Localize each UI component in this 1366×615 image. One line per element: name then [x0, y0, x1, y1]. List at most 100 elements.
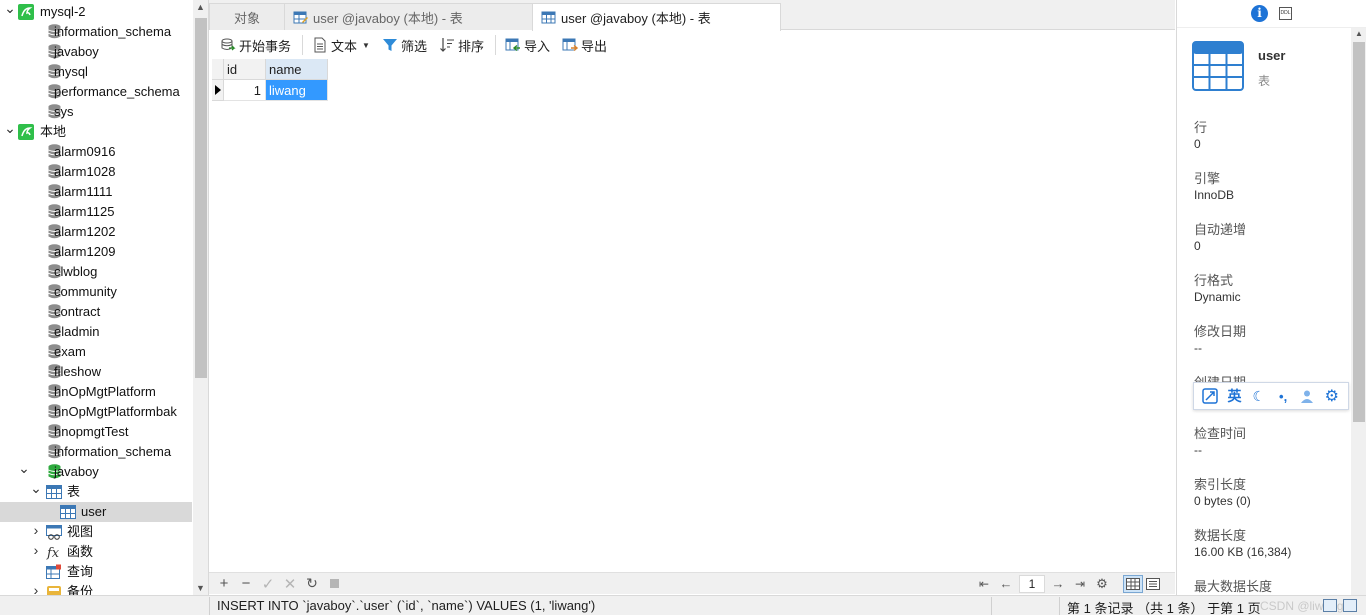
form-view-button[interactable] — [1143, 575, 1163, 593]
scroll-up-icon: ▲ — [1355, 29, 1363, 38]
refresh-button[interactable]: ↻ — [301, 574, 323, 594]
tree-item[interactable]: ⌄ javaboy — [0, 460, 192, 482]
data-toolbar: 开始事务 文本 ▼ 筛选 排序 导入 导出 — [209, 31, 1175, 59]
tree-item[interactable]: alarm1111 — [0, 182, 192, 202]
tree-item[interactable]: alarm1209 — [0, 242, 192, 262]
arrow-left-icon: ← — [999, 576, 1013, 591]
tree-item[interactable]: ⌄ 表 — [0, 480, 192, 502]
tree-item[interactable]: ⌄ mysql-2 — [0, 0, 192, 22]
previous-page-button[interactable]: ← — [995, 574, 1017, 594]
text-button[interactable]: 文本 ▼ — [309, 33, 373, 57]
tree-item-label: hnopmgtTest — [54, 424, 129, 439]
export-button[interactable]: 导出 — [559, 33, 610, 57]
minus-icon: − — [241, 575, 251, 592]
tree-item[interactable]: information_schema — [0, 22, 192, 42]
tree-item[interactable]: clwblog — [0, 262, 192, 282]
tree-item[interactable]: ⌄ 本地 — [0, 120, 192, 142]
import-button[interactable]: 导入 — [502, 33, 553, 57]
column-header-name[interactable]: name — [266, 59, 328, 80]
navigation-tree[interactable]: ⌄ mysql-2 information_schema javaboy mysql pe… — [0, 0, 209, 615]
tree-item[interactable]: community — [0, 282, 192, 302]
function-icon: fx — [46, 546, 60, 560]
table-cell-name[interactable]: liwang — [266, 80, 328, 101]
tree-item[interactable]: alarm0916 — [0, 142, 192, 162]
chevron-down-icon[interactable]: ⌄ — [18, 460, 30, 476]
stop-button[interactable] — [323, 574, 345, 594]
discard-changes-button[interactable]: ✕ — [279, 574, 301, 594]
tree-item[interactable]: hnopmgtTest — [0, 422, 192, 442]
scrollbar-thumb[interactable] — [195, 18, 207, 378]
tree-item-label: mysql-2 — [40, 4, 86, 19]
toggle-nav-pane-icon[interactable] — [1323, 599, 1337, 612]
tree-item[interactable]: › fx 函数 — [0, 542, 192, 562]
sort-icon — [440, 38, 454, 52]
user-icon[interactable] — [1297, 386, 1317, 406]
tree-item-label: alarm1028 — [54, 164, 116, 179]
scroll-up-icon[interactable]: ▲ — [196, 2, 205, 12]
tree-item[interactable]: sys — [0, 102, 192, 122]
property-label: 修改日期 — [1194, 324, 1247, 339]
scroll-down-icon[interactable]: ▼ — [196, 583, 205, 593]
chevron-right-icon[interactable]: › — [30, 542, 42, 558]
info-panel-header: i DDL — [1177, 0, 1366, 28]
scrollbar-thumb[interactable] — [1353, 42, 1365, 422]
query-icon — [46, 564, 61, 579]
filter-button[interactable]: 筛选 — [379, 33, 430, 57]
tree-item[interactable]: contract — [0, 302, 192, 322]
arrow-right-icon: → — [1051, 576, 1065, 591]
tree-item[interactable]: fileshow — [0, 362, 192, 382]
tree-item[interactable]: alarm1125 — [0, 202, 192, 222]
last-page-button[interactable]: ⇥ — [1069, 574, 1091, 594]
import-icon — [505, 38, 520, 52]
property-label: 行 — [1194, 120, 1208, 135]
tree-item[interactable]: javaboy — [0, 42, 192, 62]
page-number-input[interactable]: 1 — [1019, 574, 1045, 593]
tree-item[interactable]: mysql — [0, 62, 192, 82]
navigation-scrollbar[interactable]: ▲ ▼ — [193, 0, 208, 595]
tree-item[interactable]: hnOpMgtPlatform — [0, 382, 192, 402]
punctuation-icon[interactable]: •, — [1273, 386, 1293, 406]
first-page-button[interactable]: ⇤ — [973, 574, 995, 594]
data-grid[interactable]: id name 1 liwang — [212, 59, 1175, 572]
tree-item[interactable]: alarm1202 — [0, 222, 192, 242]
property-value: 16.00 KB (16,384) — [1194, 545, 1292, 559]
add-record-button[interactable]: + — [213, 574, 235, 594]
delete-record-button[interactable]: − — [235, 574, 257, 594]
column-header-id[interactable]: id — [224, 59, 266, 80]
tree-item[interactable]: alarm1028 — [0, 162, 192, 182]
tree-item[interactable]: eladmin — [0, 322, 192, 342]
ime-toggle-icon[interactable] — [1200, 386, 1220, 406]
property-value: InnoDB — [1194, 188, 1235, 202]
tab-table-design[interactable]: user @javaboy (本地) - 表 — [284, 3, 533, 30]
tree-item[interactable]: performance_schema — [0, 82, 192, 102]
tree-item[interactable]: hnOpMgtPlatformbak — [0, 402, 192, 422]
chevron-down-icon[interactable]: ⌄ — [4, 0, 16, 16]
tree-item[interactable]: › 视图 — [0, 522, 192, 542]
property-label: 索引长度 — [1194, 477, 1247, 492]
ime-language-toggle[interactable]: 英 — [1224, 386, 1244, 406]
tree-item[interactable]: exam — [0, 342, 192, 362]
begin-transaction-button[interactable]: 开始事务 — [217, 33, 294, 57]
moon-icon[interactable]: ☾ — [1249, 386, 1269, 406]
sort-button[interactable]: 排序 — [436, 33, 487, 57]
tab-objects[interactable]: 对象 — [209, 3, 285, 30]
tab-table-data[interactable]: user @javaboy (本地) - 表 — [532, 3, 781, 31]
info-panel-scrollbar[interactable]: ▲ — [1351, 28, 1366, 595]
tree-item[interactable]: user — [0, 502, 192, 522]
apply-changes-button[interactable]: ✓ — [257, 574, 279, 594]
settings-button[interactable]: ⚙ — [1091, 574, 1113, 594]
ime-toolbar[interactable]: 英 ☾ •, ⚙ — [1193, 382, 1349, 410]
gear-icon[interactable]: ⚙ — [1322, 386, 1342, 406]
chevron-down-icon[interactable]: ⌄ — [30, 480, 42, 496]
table-cell-id[interactable]: 1 — [224, 80, 266, 101]
tree-item[interactable]: 查询 — [0, 562, 192, 582]
table-icon — [541, 11, 556, 24]
chevron-right-icon[interactable]: › — [30, 522, 42, 538]
next-page-button[interactable]: → — [1047, 574, 1069, 594]
ddl-icon[interactable]: DDL — [1279, 7, 1292, 20]
current-row-indicator[interactable] — [212, 80, 224, 101]
info-icon[interactable]: i — [1251, 5, 1268, 22]
toggle-info-pane-icon[interactable] — [1343, 599, 1357, 612]
chevron-down-icon[interactable]: ⌄ — [4, 120, 16, 136]
grid-view-button[interactable] — [1123, 574, 1143, 593]
